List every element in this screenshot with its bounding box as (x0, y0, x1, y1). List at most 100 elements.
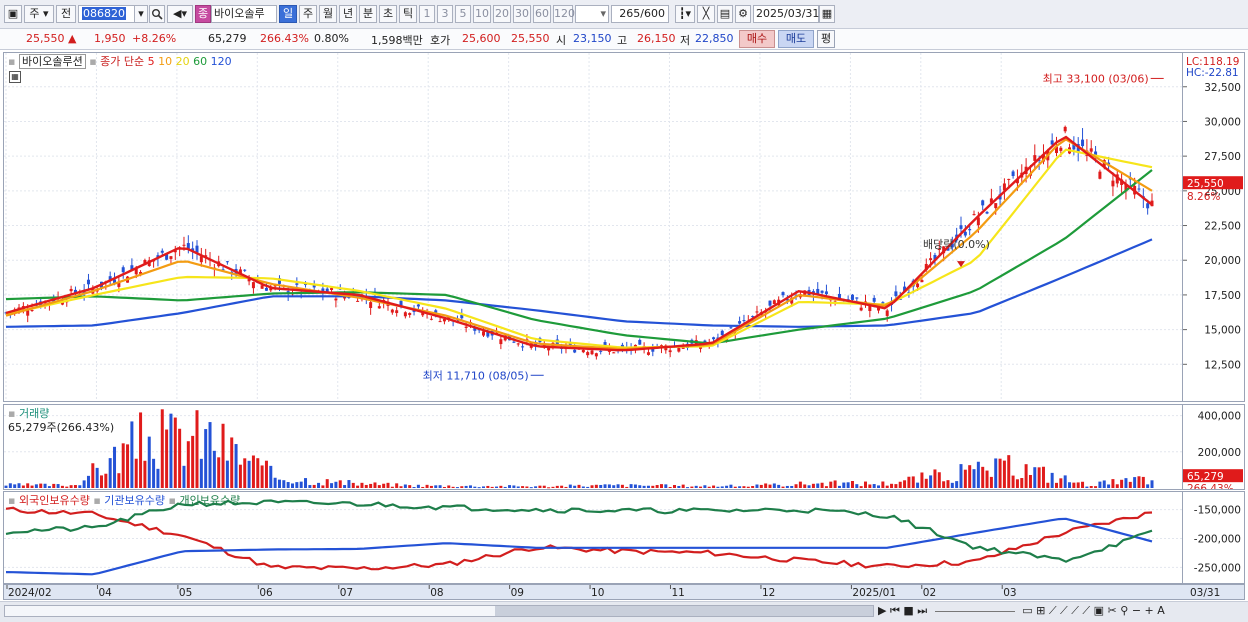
volume-pane (3, 404, 1183, 490)
horizontal-scrollbar[interactable] (4, 605, 874, 617)
scroll-first-icon[interactable]: ⏮ (890, 604, 900, 617)
candle-icon[interactable]: ┇▾ (675, 5, 695, 23)
interval-custom-select[interactable]: ▾ (575, 5, 609, 23)
interval-3[interactable]: 3 (437, 5, 453, 23)
draw-icon[interactable]: ╳ (697, 5, 715, 23)
market-select[interactable]: 주 ▾ (24, 5, 54, 23)
volume-bar (872, 484, 876, 488)
current-price-tag: 25,550 (1187, 178, 1224, 190)
interval-5[interactable]: 5 (455, 5, 471, 23)
eval-button[interactable]: 평 (817, 30, 835, 48)
volume-axis: 200,000 400,000 65,279266.43% (1183, 404, 1245, 490)
candle-body (243, 269, 247, 271)
search-icon[interactable] (149, 5, 165, 23)
stock-code-value: 086820 (82, 7, 126, 20)
zoom-out-icon[interactable]: − (1132, 604, 1141, 617)
interval-120[interactable]: 120 (553, 5, 575, 23)
candle-body (1146, 203, 1150, 209)
volume-bar (803, 484, 807, 488)
cut-icon[interactable]: ✂ (1108, 604, 1117, 617)
trend-icon[interactable]: ⟋ (1082, 604, 1090, 617)
volume-bar (386, 482, 390, 488)
legend-foreign[interactable]: 외국인보유수량 (19, 494, 90, 507)
interval-20[interactable]: 20 (493, 5, 511, 23)
zoom-slider[interactable] (934, 610, 1015, 612)
period-week-tab[interactable]: 주 (299, 5, 317, 23)
count-input[interactable]: 265/600 (611, 5, 669, 23)
volume-bar (178, 428, 182, 488)
volume-bar (277, 479, 281, 488)
candle-body (69, 288, 73, 292)
legend-institution[interactable]: 기관보유수량 (104, 494, 165, 507)
period-second-tab[interactable]: 초 (379, 5, 397, 23)
save-icon[interactable]: ▤ (717, 5, 733, 23)
screen-icon[interactable]: ▭ (1022, 604, 1032, 617)
chart-menu-icon[interactable]: ▣ (4, 5, 22, 23)
volume-bar (152, 458, 156, 488)
trend-icon[interactable]: ⟋ (1049, 604, 1057, 617)
candle-body (1063, 126, 1067, 132)
sell-button[interactable]: 매도 (778, 30, 814, 48)
volume-bar (477, 487, 481, 489)
code-dropdown-icon[interactable]: ▾ (134, 5, 148, 23)
volume-bar (933, 469, 937, 488)
trend-icon[interactable]: ⟋ (1071, 604, 1079, 617)
period-year-tab[interactable]: 년 (339, 5, 357, 23)
volume-bar (946, 480, 950, 488)
volume-bar (286, 482, 290, 488)
volume-bar (807, 485, 811, 488)
buy-button[interactable]: 매수 (739, 30, 775, 48)
search-icon[interactable]: ⚲ (1120, 604, 1128, 617)
legend-individual[interactable]: 개인보유수량 (179, 494, 240, 507)
sound-icon[interactable]: ◀▾ (167, 5, 193, 23)
interval-60[interactable]: 60 (533, 5, 551, 23)
price-tick-label: 30,000 (1204, 116, 1241, 128)
interval-1[interactable]: 1 (419, 5, 435, 23)
candle-body (416, 304, 420, 307)
calendar-icon[interactable]: ▦ (819, 5, 835, 23)
volume-bar (890, 483, 894, 488)
volume-bar (43, 483, 47, 488)
volume-bar (1150, 480, 1154, 488)
volume-bar (86, 475, 90, 488)
scrollbar-thumb[interactable] (495, 606, 873, 616)
period-month-tab[interactable]: 월 (319, 5, 337, 23)
trend-icon[interactable]: ⟋ (1060, 604, 1068, 617)
scroll-last-icon[interactable]: ⏭ (917, 604, 927, 617)
grid-toggle-icon[interactable]: ▦ (9, 71, 21, 83)
volume-bar (790, 485, 794, 488)
candle-body (1033, 155, 1037, 161)
zoom-in-icon[interactable]: + (1145, 604, 1154, 617)
volume-bar (69, 485, 73, 488)
volume-bar (390, 486, 394, 488)
period-tick-tab[interactable]: 틱 (399, 5, 417, 23)
stop-icon[interactable]: ■ (903, 604, 913, 617)
candle-body (521, 346, 525, 348)
scroll-right-icon[interactable]: ▶ (878, 604, 886, 617)
volume-tick-label: 200,000 (1198, 447, 1241, 459)
candle-body (612, 352, 616, 354)
x-right-label: 03/31 (1190, 587, 1220, 599)
price-axis-svg: 12,50015,00017,50020,00022,50025,00027,5… (1183, 56, 1243, 371)
volume-bar (981, 466, 985, 488)
volume-bar (256, 458, 260, 488)
period-day-tab[interactable]: 일 (279, 5, 297, 23)
period-minute-tab[interactable]: 분 (359, 5, 377, 23)
image-icon[interactable]: ▣ (1094, 604, 1104, 617)
compare-icon[interactable]: ⊞ (1036, 604, 1045, 617)
volume-bar (308, 485, 312, 488)
date-input[interactable]: 2025/03/31 (753, 5, 819, 23)
gear-icon[interactable]: ⚙ (735, 5, 751, 23)
prev-button[interactable]: 전 (56, 5, 76, 23)
stock-code-input[interactable]: 086820 (78, 5, 136, 23)
legend-ma-type[interactable]: 종가 단순 (100, 55, 144, 68)
interval-30[interactable]: 30 (513, 5, 531, 23)
candle-body (677, 348, 681, 352)
legend-stock-name[interactable]: 바이오솔루션 (18, 54, 86, 69)
candle-body (959, 225, 963, 229)
x-tick-label: 05 (179, 587, 192, 599)
volume-bar (221, 423, 225, 488)
volume-bar (73, 485, 77, 488)
interval-10[interactable]: 10 (473, 5, 491, 23)
font-size-icon[interactable]: A (1157, 604, 1165, 617)
